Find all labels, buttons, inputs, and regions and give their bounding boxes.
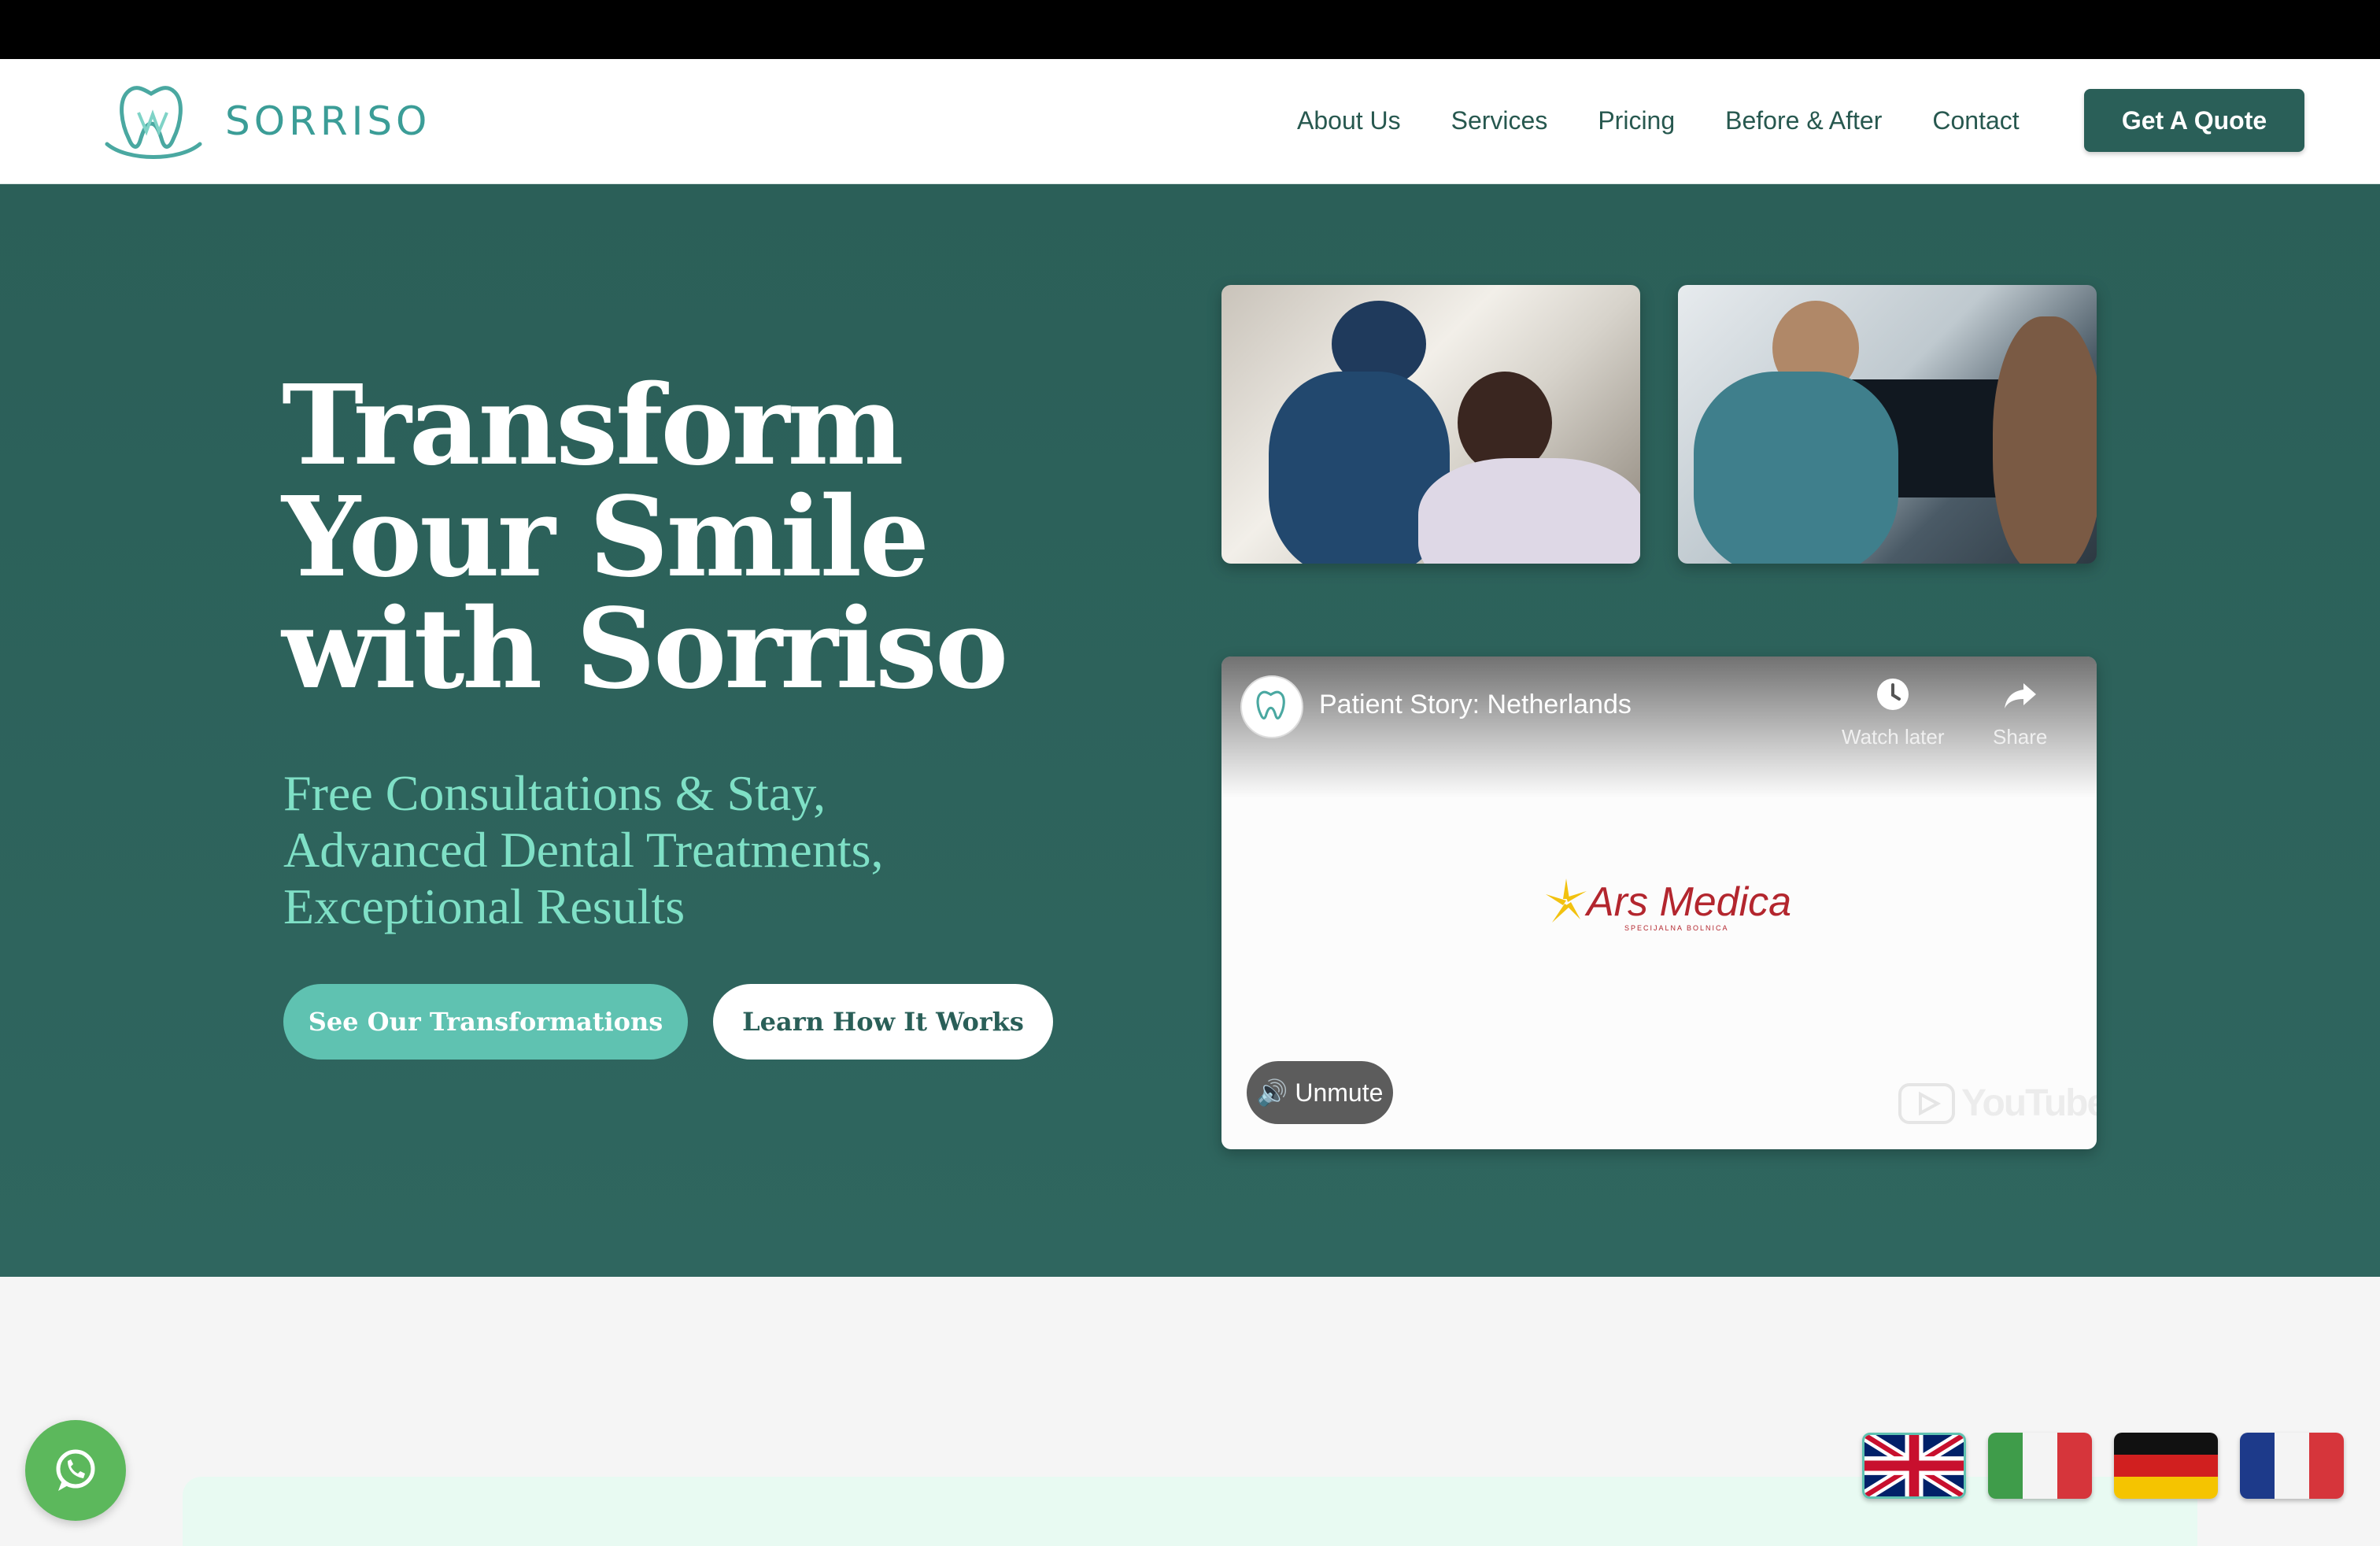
sorriso-logo[interactable]: SORRISO xyxy=(104,78,431,165)
site-header: SORRISO About Us Services Pricing Before… xyxy=(0,59,2380,184)
hero-section: Transform Your Smile with Sorriso Free C… xyxy=(0,184,2380,1277)
language-french-flag[interactable] xyxy=(2240,1433,2344,1499)
nav-before-after[interactable]: Before & After xyxy=(1725,106,1882,135)
hero-title: Transform Your Smile with Sorriso xyxy=(282,370,1069,705)
language-english-flag[interactable] xyxy=(1862,1433,1966,1499)
hero-title-line: Your Smile xyxy=(282,473,929,602)
sun-icon xyxy=(1546,878,1587,923)
language-german-flag[interactable] xyxy=(2114,1433,2218,1499)
hero-subtitle-line: Exceptional Results xyxy=(283,878,686,934)
unmute-button[interactable]: 🔊 Unmute xyxy=(1247,1061,1393,1124)
hero-subtitle-line: Free Consultations & Stay, xyxy=(283,765,826,821)
whatsapp-chat-button[interactable] xyxy=(25,1420,126,1521)
share-icon xyxy=(2004,683,2036,708)
ars-medica-logo: Ars Medica SPECIJALNA BOLNICA xyxy=(1546,878,1792,932)
youtube-wordmark: YouTube xyxy=(1961,1082,2097,1124)
brand-name: SORRISO xyxy=(225,98,431,144)
youtube-video-player[interactable]: Patient Story: Netherlands Watch later S… xyxy=(1221,656,2097,1149)
clock-icon xyxy=(1877,679,1909,710)
learn-how-it-works-button[interactable]: Learn How It Works xyxy=(713,984,1053,1060)
channel-avatar[interactable] xyxy=(1240,675,1303,738)
browser-top-bar xyxy=(0,0,2380,59)
uk-flag-icon xyxy=(1864,1435,1964,1496)
youtube-logo[interactable]: YouTube xyxy=(1898,1082,2097,1125)
language-italian-flag[interactable] xyxy=(1988,1433,2092,1499)
tooth-logo-icon xyxy=(1256,690,1285,719)
tooth-logo-icon xyxy=(105,86,202,159)
see-transformations-button[interactable]: See Our Transformations xyxy=(283,984,688,1060)
hero-subtitle-line: Advanced Dental Treatments, xyxy=(283,822,884,878)
hero-title-line: with Sorriso xyxy=(282,585,1008,714)
main-nav: About Us Services Pricing Before & After… xyxy=(1297,106,2070,135)
nav-pricing[interactable]: Pricing xyxy=(1598,106,1675,135)
whatsapp-icon xyxy=(56,1449,95,1491)
get-a-quote-button[interactable]: Get A Quote xyxy=(2084,89,2304,152)
watch-later-label: Watch later xyxy=(1842,725,1945,749)
nav-contact[interactable]: Contact xyxy=(1932,106,2019,135)
video-top-overlay xyxy=(1221,656,2097,798)
nav-services[interactable]: Services xyxy=(1451,106,1548,135)
hero-title-line: Transform xyxy=(282,361,904,490)
ars-medica-subtitle: SPECIJALNA BOLNICA xyxy=(1624,924,1729,932)
xray-consultation-photo xyxy=(1678,285,2097,564)
video-title[interactable]: Patient Story: Netherlands xyxy=(1319,690,1632,720)
share-button[interactable]: Share xyxy=(1993,675,2047,749)
nav-about-us[interactable]: About Us xyxy=(1297,106,1401,135)
dentist-treatment-photo xyxy=(1221,285,1640,564)
ars-medica-text: Ars Medica xyxy=(1587,879,1792,925)
hero-subtitle: Free Consultations & Stay, Advanced Dent… xyxy=(283,765,1070,935)
youtube-play-icon xyxy=(1898,1082,1955,1124)
watch-later-button[interactable]: Watch later xyxy=(1842,675,1945,749)
share-label: Share xyxy=(1993,725,2048,749)
